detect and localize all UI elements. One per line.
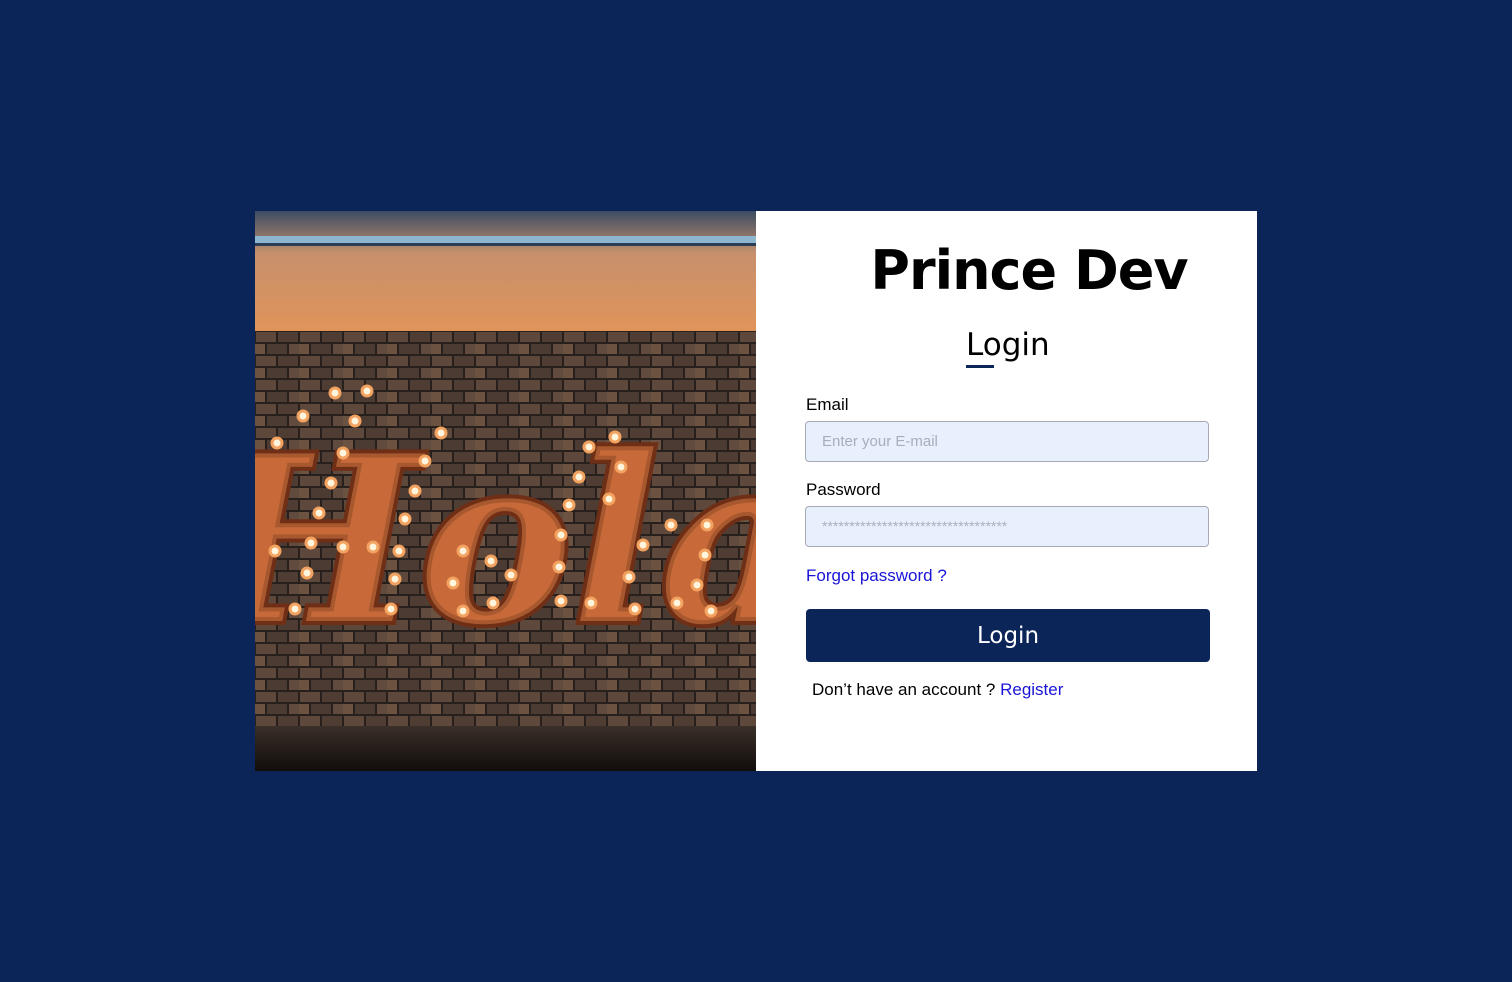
login-card: Hola Hola bbox=[255, 211, 1257, 771]
svg-text:Hola: Hola bbox=[255, 406, 756, 676]
forgot-password-link[interactable]: Forgot password ? bbox=[806, 566, 947, 586]
password-field[interactable] bbox=[805, 506, 1209, 547]
login-panel: Prince Dev Login Email Password Forgot p… bbox=[756, 211, 1257, 771]
login-heading: Login bbox=[966, 327, 1050, 363]
heading-underline bbox=[966, 365, 994, 368]
email-field[interactable] bbox=[805, 421, 1209, 462]
hola-sign: Hola Hola bbox=[255, 384, 756, 680]
login-button[interactable]: Login bbox=[806, 609, 1210, 662]
password-label: Password bbox=[806, 480, 881, 499]
brand-title: Prince Dev bbox=[870, 239, 1188, 302]
signup-row: Don’t have an account ? Register bbox=[812, 680, 1063, 700]
register-link[interactable]: Register bbox=[1000, 680, 1063, 699]
email-label: Email bbox=[806, 395, 849, 414]
signup-prompt: Don’t have an account ? bbox=[812, 680, 996, 699]
hero-image: Hola Hola bbox=[255, 211, 756, 771]
